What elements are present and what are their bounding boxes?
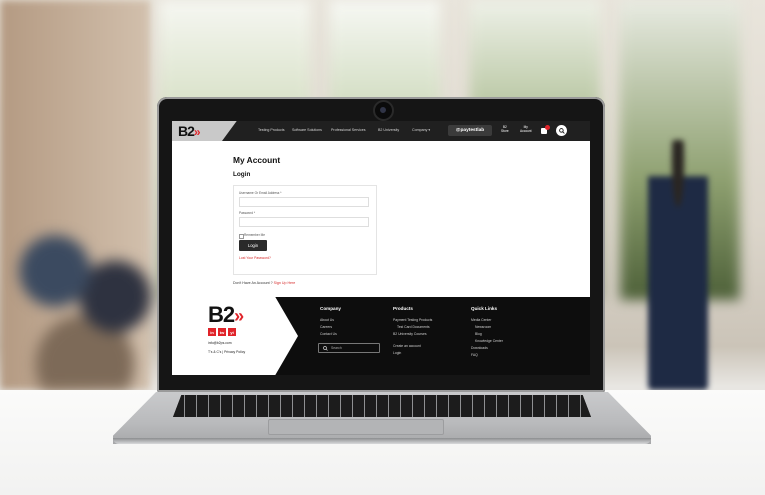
b2-store-label: B2 Store [501, 125, 509, 133]
search-button[interactable] [556, 125, 567, 136]
nav-company[interactable]: Company ▾ [412, 128, 430, 132]
webcam [373, 100, 394, 121]
paytestlab-button[interactable]: @paytestlab [448, 125, 492, 136]
cart-count-badge [545, 125, 550, 130]
footer-careers-link[interactable]: Careers [320, 325, 332, 329]
trackpad [268, 419, 444, 435]
nav-professional-services[interactable]: Professional Services [331, 128, 366, 132]
footer-products-heading: Products [393, 306, 413, 311]
chevron-down-icon: ▾ [428, 128, 431, 132]
footer-downloads-link[interactable]: Downloads [471, 346, 488, 350]
footer-search-placeholder: Search [331, 346, 342, 350]
footer-company-heading: Company [320, 306, 341, 311]
password-label: Password * [239, 211, 256, 215]
site-logo[interactable]: B2» [178, 124, 201, 139]
background-people [10, 220, 160, 390]
footer-knowledge-center-link[interactable]: Knowledge Center [475, 339, 503, 343]
footer-about-link[interactable]: About Us [320, 318, 334, 322]
background-person-standing [648, 140, 708, 390]
linkedin-icon[interactable]: in [208, 328, 216, 336]
footer-faq-link[interactable]: FAQ [471, 353, 478, 357]
page-title: My Account [233, 155, 281, 165]
username-input[interactable] [239, 197, 369, 207]
nav-software-solutions[interactable]: Software Solutions [292, 128, 322, 132]
signup-prompt: Don't Have An Account ? Sign Up Here [233, 281, 296, 285]
lost-password-link[interactable]: Lost Your Password? [239, 256, 271, 260]
footer-blog-link[interactable]: Blog [475, 332, 482, 336]
remember-me-label: Remember Me [244, 233, 266, 237]
twitter-icon[interactable]: tw [218, 328, 226, 336]
login-heading: Login [233, 171, 251, 178]
social-links: in tw yt [208, 328, 236, 336]
footer-product-link[interactable]: Payment Testing Products [393, 318, 432, 322]
keyboard [173, 395, 591, 417]
nav-testing-products[interactable]: Testing Products [258, 128, 285, 132]
footer-product-link[interactable]: Test Card Documents [397, 325, 430, 329]
footer-search-input[interactable]: Search [318, 343, 380, 353]
footer-email[interactable]: info@b2ps.com [208, 341, 232, 345]
login-form: Username Or Email Address * Password * R… [233, 185, 377, 275]
login-button[interactable]: Login [239, 240, 267, 251]
footer-media-center-link[interactable]: Media Center [471, 318, 491, 322]
nav-b2-university[interactable]: B2 University [378, 128, 399, 132]
username-label: Username Or Email Address * [239, 191, 282, 195]
footer-login-link[interactable]: Login [393, 351, 401, 355]
search-icon [558, 127, 565, 134]
laptop-front-edge [113, 438, 651, 444]
my-account-link[interactable]: My Account [520, 125, 532, 133]
footer-contact-link[interactable]: Contact Us [320, 332, 337, 336]
footer-quick-links-heading: Quick Links [471, 306, 498, 311]
footer-newsroom-link[interactable]: Newsroom [475, 325, 491, 329]
footer-terms[interactable]: T's & C's | Privacy Policy [208, 350, 245, 354]
my-account-label: My Account [520, 125, 532, 133]
b2-store-link[interactable]: B2 Store [501, 125, 509, 133]
youtube-icon[interactable]: yt [228, 328, 236, 336]
signup-link[interactable]: Sign Up Here [274, 281, 296, 285]
search-icon [323, 345, 328, 351]
password-input[interactable] [239, 217, 369, 227]
footer-logo[interactable]: B2» [208, 304, 244, 327]
footer-product-link[interactable]: B2 University Courses [393, 332, 427, 336]
footer-create-account-link[interactable]: Create an account [393, 344, 421, 348]
